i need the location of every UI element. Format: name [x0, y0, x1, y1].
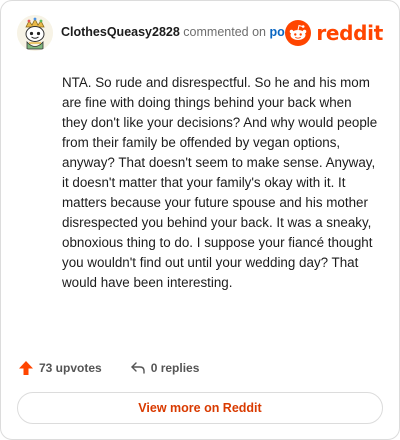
- reddit-logo[interactable]: reddit: [285, 20, 383, 46]
- view-more-button[interactable]: View more on Reddit: [17, 392, 383, 424]
- reddit-snoo-icon: [285, 20, 312, 46]
- comment-text: NTA. So rude and disrespectful. So he an…: [62, 75, 378, 290]
- avatar[interactable]: [17, 15, 53, 51]
- reply-arrow-icon: [131, 362, 145, 374]
- reddit-comment-embed: ClothesQueasy2828 commented on post redd…: [0, 0, 400, 440]
- reply-count: 0 replies: [150, 361, 200, 375]
- author-name[interactable]: ClothesQueasy2828: [61, 25, 180, 39]
- comment-header: ClothesQueasy2828 commented on post redd…: [17, 15, 383, 51]
- comment-actions: 73 upvotes 0 replies: [18, 358, 199, 378]
- upvote-count: 73 upvotes: [39, 361, 102, 375]
- reply-button[interactable]: 0 replies: [130, 360, 200, 376]
- snoo-avatar-icon: [17, 15, 53, 51]
- author-line: ClothesQueasy2828 commented on post: [61, 25, 296, 39]
- commented-on-text: commented on: [183, 25, 266, 39]
- upvote-arrow-icon: [19, 361, 33, 375]
- reddit-wordmark: reddit: [316, 21, 383, 45]
- upvote-button[interactable]: 73 upvotes: [18, 360, 102, 376]
